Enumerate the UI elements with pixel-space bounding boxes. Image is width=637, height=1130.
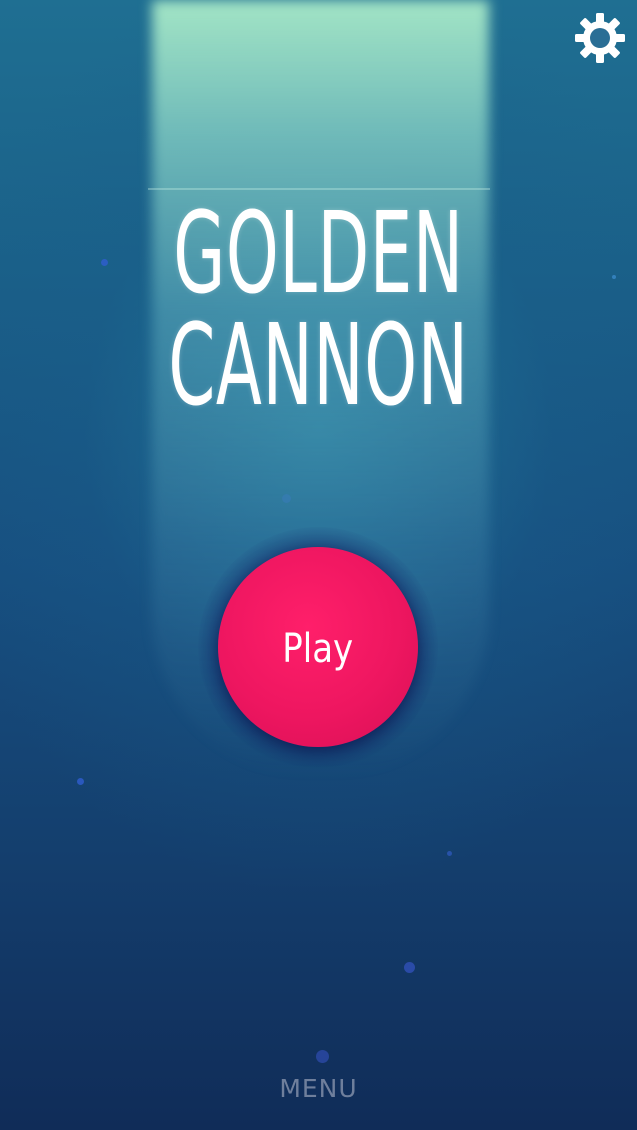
floating-particle bbox=[404, 962, 415, 973]
title-line-1: GOLDEN bbox=[173, 189, 464, 319]
floating-particle bbox=[612, 275, 616, 279]
play-button-label: Play bbox=[282, 626, 354, 672]
game-title: GOLDEN CANNON bbox=[127, 198, 509, 422]
floating-particle bbox=[77, 778, 84, 785]
game-screen: GOLDEN CANNON Play MENU bbox=[0, 0, 637, 1130]
gear-icon bbox=[575, 13, 625, 63]
menu-button-label: MENU bbox=[279, 1074, 358, 1103]
play-button[interactable]: Play bbox=[218, 547, 418, 747]
floating-particle bbox=[316, 1050, 329, 1063]
floating-particle bbox=[101, 259, 108, 266]
menu-button[interactable]: MENU bbox=[0, 1074, 637, 1103]
settings-button[interactable] bbox=[574, 12, 626, 64]
floating-particle bbox=[282, 494, 291, 503]
title-line-2: CANNON bbox=[168, 301, 469, 431]
floating-particle bbox=[447, 851, 452, 856]
